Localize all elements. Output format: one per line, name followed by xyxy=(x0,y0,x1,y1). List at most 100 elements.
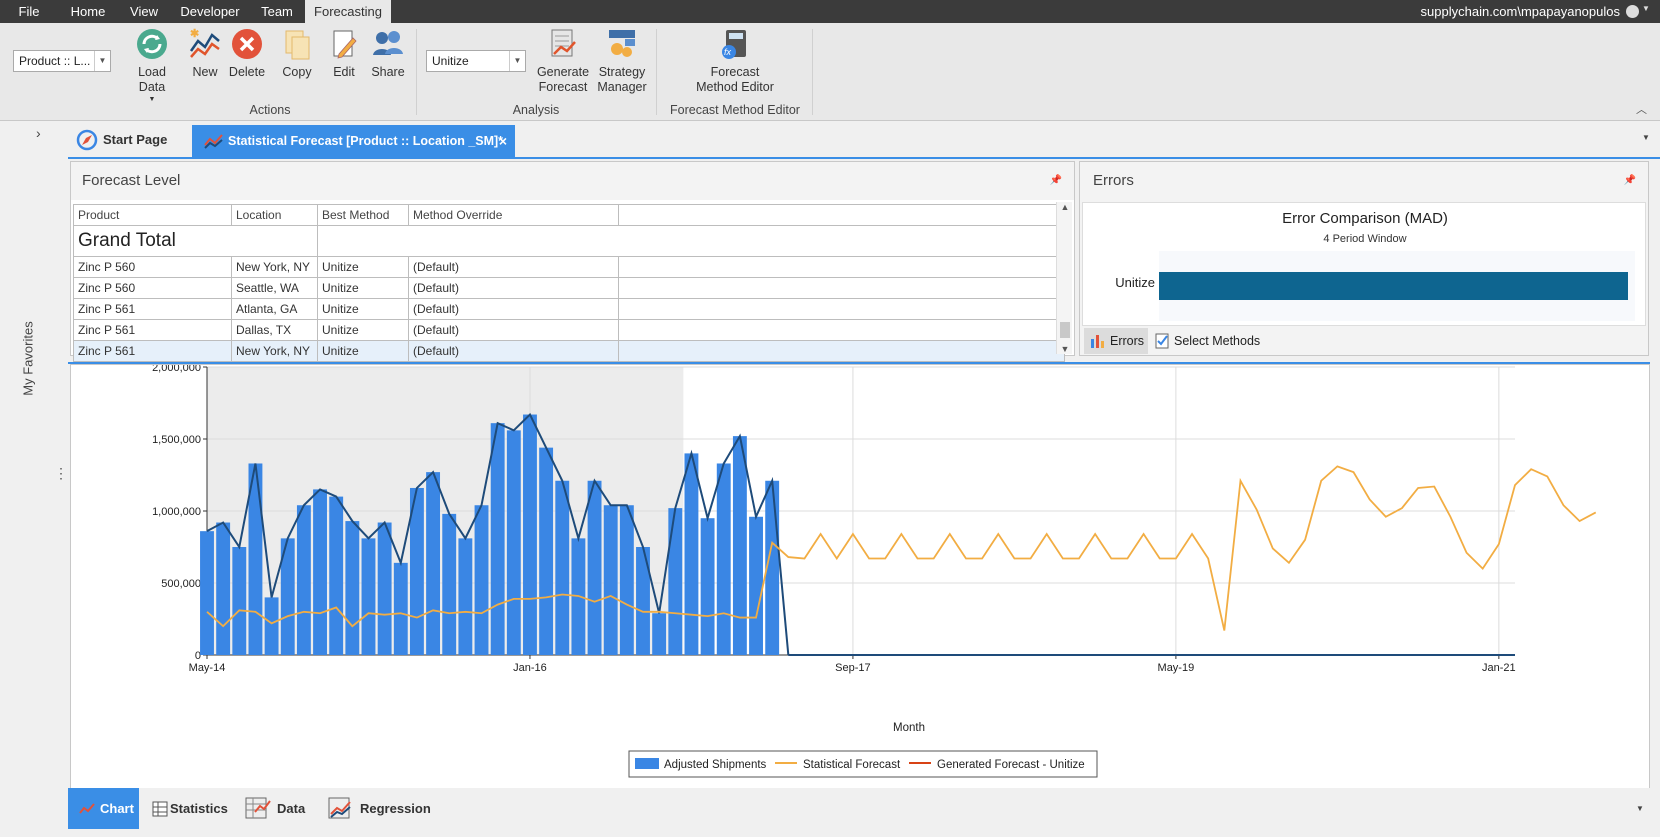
bar-adjusted-shipment xyxy=(345,521,360,655)
chevron-down-icon[interactable]: ▼ xyxy=(509,51,525,71)
y-tick-label: 500,000 xyxy=(161,578,201,590)
edit-button[interactable]: Edit xyxy=(327,27,361,80)
x-axis-label: Month xyxy=(893,722,925,734)
chart-panel: 0 500,000 1,000,000 1,500,000 2,000,000 May-1… xyxy=(70,362,1650,790)
table-row[interactable]: Zinc P 560 New York, NY Unitize (Default… xyxy=(73,256,1065,278)
tab-statistical-forecast[interactable]: Statistical Forecast [Product :: Locatio… xyxy=(192,125,515,157)
load-data-label: Load Data xyxy=(138,65,166,94)
chevron-down-icon[interactable]: ▼ xyxy=(94,51,110,71)
calculator-fx-icon: fx xyxy=(722,30,746,59)
forecast-level-panel: Forecast Level 📌 Product Location Best M… xyxy=(70,161,1075,362)
cell-product: Zinc P 561 xyxy=(73,340,232,362)
y-tick-label: 1,000,000 xyxy=(152,506,201,518)
tab-errors[interactable]: Errors xyxy=(1084,328,1148,354)
level-combo[interactable]: Product :: L... ▼ xyxy=(13,50,111,72)
user-account[interactable]: supplychain.com\mpapayanopulos xyxy=(1400,0,1620,23)
copy-label: Copy xyxy=(282,65,312,79)
group-separator xyxy=(416,29,417,115)
splitter-grip-icon[interactable]: ⋮ xyxy=(54,466,68,480)
edit-label: Edit xyxy=(333,65,355,79)
plot-area: 0500,0001,000,0001,500,0002,000,000May-1… xyxy=(152,362,1597,674)
bar-adjusted-shipment xyxy=(377,522,392,655)
tab-start-page[interactable]: Start Page xyxy=(76,125,186,155)
errors-title: Errors xyxy=(1080,162,1648,200)
copy-button[interactable]: Copy xyxy=(279,27,315,80)
cell-location: New York, NY xyxy=(231,340,318,362)
grand-total-row[interactable]: Grand Total xyxy=(73,225,1065,257)
expand-sidebar-icon[interactable]: › xyxy=(36,125,41,141)
bar-adjusted-shipment xyxy=(313,489,327,655)
bar-adjusted-shipment xyxy=(506,430,521,655)
table-grid-icon xyxy=(152,801,168,817)
menu-developer[interactable]: Developer xyxy=(176,0,244,23)
bottom-tabs-overflow-icon[interactable]: ▼ xyxy=(1636,804,1644,813)
column-header-location[interactable]: Location xyxy=(231,204,318,226)
grid-scrollbar[interactable]: ▲ ▼ xyxy=(1056,202,1072,354)
menu-team[interactable]: Team xyxy=(254,0,300,23)
bar-adjusted-shipment xyxy=(458,538,473,655)
pin-icon[interactable]: 📌 xyxy=(1624,175,1636,186)
share-button[interactable]: Share xyxy=(368,27,408,80)
new-button[interactable]: ✱ New xyxy=(187,27,223,80)
document-tabs: Start Page Statistical Forecast [Product… xyxy=(68,121,1660,159)
tabs-overflow-icon[interactable]: ▼ xyxy=(1642,133,1650,142)
strategy-manager-icon xyxy=(609,30,635,57)
table-row[interactable]: Zinc P 561 Atlanta, GA Unitize (Default) xyxy=(73,298,1065,320)
collapse-ribbon-icon[interactable]: ︿ xyxy=(1636,101,1647,117)
tab-chart[interactable]: Chart xyxy=(68,788,139,829)
column-header-best-method[interactable]: Best Method xyxy=(317,204,409,226)
column-header-product[interactable]: Product xyxy=(73,204,232,226)
cell-product: Zinc P 561 xyxy=(73,298,232,320)
load-data-button[interactable]: Load Data ▼ xyxy=(124,27,180,104)
strategy-manager-button[interactable]: Strategy Manager xyxy=(594,27,650,95)
table-row[interactable]: Zinc P 560 Seattle, WA Unitize (Default) xyxy=(73,277,1065,299)
cell-method-override[interactable]: (Default) xyxy=(408,256,619,278)
x-tick-label: Jan-16 xyxy=(513,662,547,674)
cell-location: Atlanta, GA xyxy=(231,298,318,320)
group-label-actions: Actions xyxy=(249,103,291,117)
cell-blank xyxy=(618,319,1065,341)
forecast-method-editor-button[interactable]: fx Forecast Method Editor xyxy=(685,27,785,95)
user-avatar-icon[interactable] xyxy=(1626,5,1639,18)
cell-blank xyxy=(618,340,1065,362)
copy-icon xyxy=(285,30,310,60)
table-row-selected[interactable]: Zinc P 561 New York, NY Unitize (Default… xyxy=(73,340,1065,362)
refresh-icon xyxy=(137,29,167,59)
generate-forecast-button[interactable]: Generate Forecast xyxy=(536,27,590,95)
line-chart-icon xyxy=(79,803,95,814)
account-chevron-icon[interactable]: ▼ xyxy=(1642,4,1650,13)
column-header-method-override[interactable]: Method Override xyxy=(408,204,619,226)
menu-file[interactable]: File xyxy=(8,0,50,23)
delete-button[interactable]: Delete xyxy=(225,27,269,80)
tab-statistics[interactable]: Statistics xyxy=(150,788,230,829)
tab-data[interactable]: Data xyxy=(245,788,309,829)
scroll-up-icon[interactable]: ▲ xyxy=(1057,202,1073,212)
tab-data-label: Data xyxy=(277,801,306,816)
my-favorites-tab[interactable]: My Favorites xyxy=(21,319,36,399)
group-label-fme: Forecast Method Editor xyxy=(670,103,800,117)
column-header-blank xyxy=(618,204,1065,226)
cell-method-override[interactable]: (Default) xyxy=(408,319,619,341)
pin-icon[interactable]: 📌 xyxy=(1050,175,1062,186)
tab-regression[interactable]: Regression xyxy=(328,788,431,829)
cell-product: Zinc P 560 xyxy=(73,277,232,299)
error-bar xyxy=(1159,272,1628,300)
scrollbar-thumb[interactable] xyxy=(1060,322,1070,338)
method-combo[interactable]: Unitize ▼ xyxy=(426,50,526,72)
menu-view[interactable]: View xyxy=(122,0,166,23)
svg-text:✱: ✱ xyxy=(190,28,199,40)
legend-statistical-forecast: Statistical Forecast xyxy=(803,759,901,771)
close-icon[interactable]: × xyxy=(499,125,507,157)
scroll-down-icon[interactable]: ▼ xyxy=(1057,344,1073,354)
bar-adjusted-shipment xyxy=(619,505,634,655)
cell-method-override[interactable]: (Default) xyxy=(408,277,619,299)
menu-home[interactable]: Home xyxy=(64,0,112,23)
menu-forecasting[interactable]: Forecasting xyxy=(305,0,391,23)
cell-product: Zinc P 560 xyxy=(73,256,232,278)
cell-method-override[interactable]: (Default) xyxy=(408,298,619,320)
strategy-manager-label-1: Strategy xyxy=(598,65,646,79)
tab-select-methods[interactable]: Select Methods xyxy=(1152,328,1282,354)
table-row[interactable]: Zinc P 561 Dallas, TX Unitize (Default) xyxy=(73,319,1065,341)
group-separator xyxy=(656,29,657,115)
cell-method-override[interactable]: (Default) xyxy=(408,340,619,362)
